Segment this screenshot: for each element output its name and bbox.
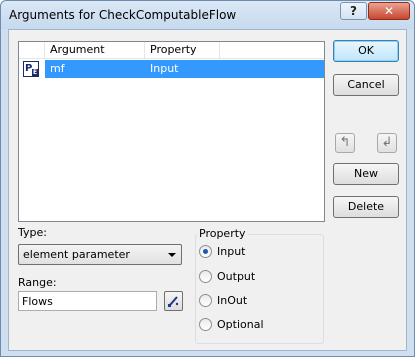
parameter-element-icon: PE: [23, 61, 39, 77]
column-header-property[interactable]: Property: [145, 42, 220, 59]
new-button[interactable]: New: [333, 163, 399, 185]
radio-label: Output: [217, 270, 256, 283]
type-select-value: element parameter: [23, 248, 130, 261]
arguments-list[interactable]: Argument Property PE mf Input: [18, 41, 325, 222]
radio-button[interactable]: [199, 270, 212, 283]
move-up-icon[interactable]: ↰: [335, 133, 355, 153]
range-edit-button[interactable]: [164, 291, 183, 311]
header-icon-column: [19, 42, 45, 59]
dialog-window: Arguments for CheckComputableFlow ? ✕ Ar…: [0, 0, 415, 357]
radio-button[interactable]: [199, 294, 212, 307]
range-input-value: Flows: [22, 295, 53, 308]
cancel-button[interactable]: Cancel: [333, 74, 399, 96]
row-argument: mf: [50, 62, 65, 75]
move-down-icon[interactable]: ↲: [377, 133, 397, 153]
ok-button[interactable]: OK: [333, 40, 399, 62]
edit-pencil-icon: [168, 296, 179, 307]
radio-button[interactable]: [199, 318, 212, 331]
chevron-down-icon: [168, 253, 176, 257]
list-header: Argument Property: [19, 42, 324, 59]
type-select[interactable]: element parameter: [18, 244, 182, 265]
column-header-argument[interactable]: Argument: [45, 42, 145, 59]
help-button[interactable]: ?: [340, 2, 367, 20]
range-input[interactable]: Flows: [18, 291, 157, 311]
type-label: Type:: [18, 226, 47, 239]
radio-label: Optional: [217, 318, 264, 331]
property-group-title: Property: [197, 227, 248, 240]
selection-highlight: mf Input: [45, 60, 324, 78]
dialog-body: Argument Property PE mf Input OK Cancel …: [8, 29, 407, 351]
range-label: Range:: [18, 276, 57, 289]
delete-button[interactable]: Delete: [333, 196, 399, 218]
close-button[interactable]: ✕: [368, 2, 410, 20]
title-bar[interactable]: Arguments for CheckComputableFlow ? ✕: [1, 1, 414, 29]
list-item[interactable]: PE mf Input: [19, 60, 324, 78]
radio-label: Input: [217, 245, 246, 258]
dialog-title: Arguments for CheckComputableFlow: [9, 8, 237, 22]
radio-button[interactable]: [199, 245, 212, 258]
row-property: Input: [150, 62, 179, 75]
radio-label: InOut: [217, 294, 248, 307]
